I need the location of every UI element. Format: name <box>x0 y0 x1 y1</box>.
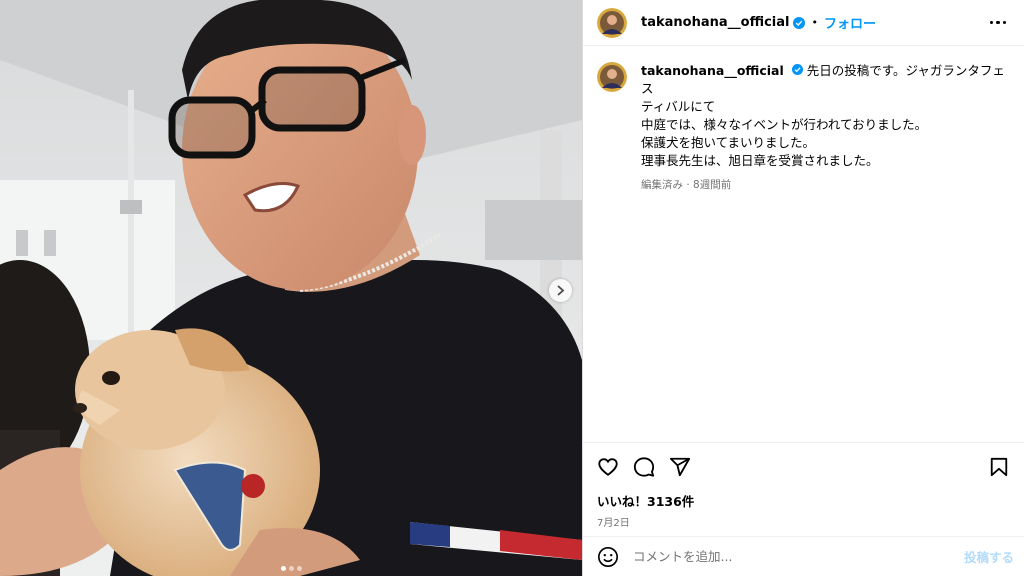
avatar[interactable] <box>597 7 627 38</box>
comment-bar: 投稿する <box>583 536 1024 576</box>
avatar[interactable] <box>597 62 627 92</box>
carousel-indicator <box>0 566 582 571</box>
comment-input[interactable] <box>631 548 964 565</box>
post-media[interactable] <box>0 0 582 576</box>
action-icons <box>597 451 1010 483</box>
post-photo <box>0 0 582 576</box>
caption-meta: 編集済み · 8週間前 <box>641 179 732 191</box>
follow-button[interactable]: フォロー <box>824 13 876 32</box>
heart-icon[interactable] <box>597 456 619 478</box>
post-actions: いいね！3136件 7月2日 <box>583 442 1024 536</box>
verified-badge-icon <box>791 64 803 75</box>
caption-text-line: ティバルにて <box>641 99 716 114</box>
post-viewer: takanohana__official • フォロー takanohana__… <box>0 0 1024 576</box>
caption-text-line: 中庭では、様々なイベントが行われておりました。 <box>641 117 928 132</box>
carousel-dot <box>280 566 286 571</box>
caption-username[interactable]: takanohana__official <box>641 63 784 78</box>
caption: takanohana__official 先日の投稿です。ジャガランタフェス テ… <box>597 62 1010 194</box>
header-username[interactable]: takanohana__official <box>641 15 789 30</box>
carousel-dot <box>296 566 302 571</box>
share-icon[interactable] <box>669 456 691 478</box>
verified-badge-icon <box>793 16 806 29</box>
post-header: takanohana__official • フォロー <box>583 0 1024 46</box>
carousel-next-button[interactable] <box>549 279 572 302</box>
comments-section: takanohana__official 先日の投稿です。ジャガランタフェス テ… <box>583 46 1024 442</box>
emoji-icon[interactable] <box>597 546 619 568</box>
post-date: 7月2日 <box>597 518 630 529</box>
caption-text-line: 保護犬を抱いてまいりました。 <box>641 135 816 150</box>
header-separator: • <box>811 16 818 29</box>
post-comment-button[interactable]: 投稿する <box>964 547 1014 566</box>
comment-icon[interactable] <box>633 456 655 478</box>
carousel-dot <box>288 566 294 571</box>
more-options-icon[interactable] <box>986 15 1011 31</box>
likes-count[interactable]: いいね！3136件 <box>597 491 1010 510</box>
caption-text-line: 理事長先生は、旭日章を受賞されました。 <box>641 153 879 168</box>
bookmark-icon[interactable] <box>988 456 1010 478</box>
caption-body: takanohana__official 先日の投稿です。ジャガランタフェス テ… <box>641 62 1010 194</box>
chevron-right-icon <box>557 285 565 296</box>
post-side-panel: takanohana__official • フォロー takanohana__… <box>582 0 1024 576</box>
